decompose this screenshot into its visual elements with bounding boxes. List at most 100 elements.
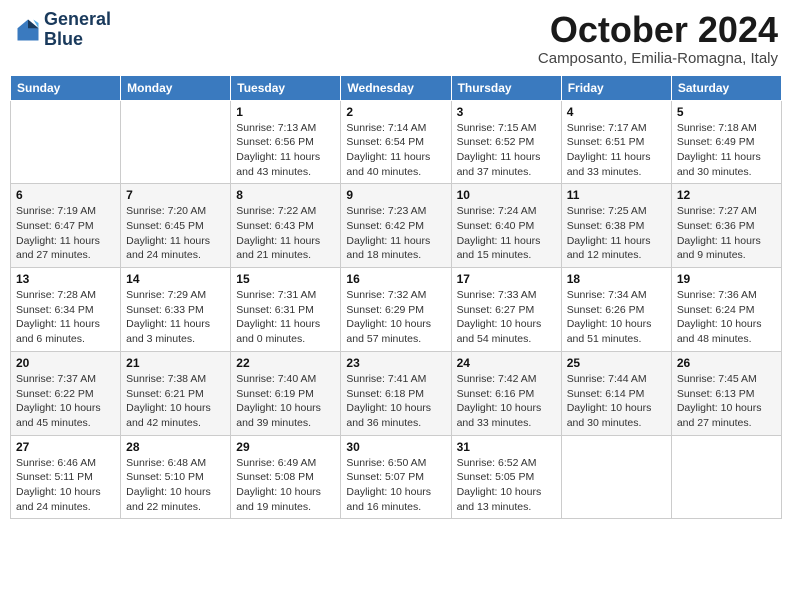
calendar-week-row: 27Sunrise: 6:46 AMSunset: 5:11 PMDayligh… <box>11 435 782 519</box>
day-info: Sunrise: 7:29 AMSunset: 6:33 PMDaylight:… <box>126 288 225 347</box>
calendar-cell: 7 Sunrise: 7:20 AMSunset: 6:45 PMDaylight… <box>121 184 231 268</box>
day-number: 6 <box>16 188 115 202</box>
calendar-cell: 16Sunrise: 7:32 AMSunset: 6:29 PMDayligh… <box>341 268 451 352</box>
weekday-header: Tuesday <box>231 75 341 100</box>
day-number: 7 <box>126 188 225 202</box>
weekday-header: Sunday <box>11 75 121 100</box>
day-number: 3 <box>457 105 556 119</box>
calendar-cell <box>671 435 781 519</box>
page-header: General Blue October 2024 Camposanto, Em… <box>10 10 782 67</box>
day-info: Sunrise: 7:22 AMSunset: 6:43 PMDaylight:… <box>236 204 335 263</box>
day-info: Sunrise: 7:38 AMSunset: 6:21 PMDaylight:… <box>126 372 225 431</box>
day-number: 16 <box>346 272 445 286</box>
day-info: Sunrise: 6:50 AMSunset: 5:07 PMDaylight:… <box>346 456 445 515</box>
calendar-cell: 26 Sunrise: 7:45 AMSunset: 6:13 PMDayligh… <box>671 351 781 435</box>
day-number: 25 <box>567 356 666 370</box>
day-info: Sunrise: 6:49 AMSunset: 5:08 PMDaylight:… <box>236 456 335 515</box>
calendar-table: SundayMondayTuesdayWednesdayThursdayFrid… <box>10 75 782 520</box>
day-info: Sunrise: 6:52 AMSunset: 5:05 PMDaylight:… <box>457 456 556 515</box>
day-info: Sunrise: 7:13 AMSunset: 6:56 PMDaylight:… <box>236 121 335 180</box>
calendar-cell: 5 Sunrise: 7:18 AMSunset: 6:49 PMDaylight… <box>671 100 781 184</box>
calendar-cell <box>11 100 121 184</box>
calendar-cell: 14 Sunrise: 7:29 AMSunset: 6:33 PMDayligh… <box>121 268 231 352</box>
day-number: 5 <box>677 105 776 119</box>
day-number: 24 <box>457 356 556 370</box>
day-info: Sunrise: 7:23 AMSunset: 6:42 PMDaylight:… <box>346 204 445 263</box>
month-title: October 2024 <box>538 10 778 50</box>
calendar-cell: 29 Sunrise: 6:49 AMSunset: 5:08 PMDayligh… <box>231 435 341 519</box>
day-info: Sunrise: 7:20 AMSunset: 6:45 PMDaylight:… <box>126 204 225 263</box>
day-number: 28 <box>126 440 225 454</box>
calendar-cell: 18Sunrise: 7:34 AMSunset: 6:26 PMDayligh… <box>561 268 671 352</box>
calendar-cell: 25Sunrise: 7:44 AMSunset: 6:14 PMDayligh… <box>561 351 671 435</box>
calendar-cell: 4 Sunrise: 7:17 AMSunset: 6:51 PMDaylight… <box>561 100 671 184</box>
calendar-cell: 19 Sunrise: 7:36 AMSunset: 6:24 PMDayligh… <box>671 268 781 352</box>
weekday-header: Saturday <box>671 75 781 100</box>
calendar-cell: 23 Sunrise: 7:41 AMSunset: 6:18 PMDayligh… <box>341 351 451 435</box>
calendar-cell: 3Sunrise: 7:15 AMSunset: 6:52 PMDaylight… <box>451 100 561 184</box>
calendar-cell: 24 Sunrise: 7:42 AMSunset: 6:16 PMDayligh… <box>451 351 561 435</box>
day-number: 20 <box>16 356 115 370</box>
logo-line1: General <box>44 10 111 30</box>
day-number: 2 <box>346 105 445 119</box>
day-info: Sunrise: 7:36 AMSunset: 6:24 PMDaylight:… <box>677 288 776 347</box>
calendar-cell: 12 Sunrise: 7:27 AMSunset: 6:36 PMDayligh… <box>671 184 781 268</box>
day-info: Sunrise: 7:17 AMSunset: 6:51 PMDaylight:… <box>567 121 666 180</box>
day-number: 13 <box>16 272 115 286</box>
calendar-week-row: 6 Sunrise: 7:19 AMSunset: 6:47 PMDaylight… <box>11 184 782 268</box>
day-info: Sunrise: 7:33 AMSunset: 6:27 PMDaylight:… <box>457 288 556 347</box>
day-info: Sunrise: 7:24 AMSunset: 6:40 PMDaylight:… <box>457 204 556 263</box>
weekday-header: Friday <box>561 75 671 100</box>
day-info: Sunrise: 7:25 AMSunset: 6:38 PMDaylight:… <box>567 204 666 263</box>
calendar-cell: 20 Sunrise: 7:37 AMSunset: 6:22 PMDayligh… <box>11 351 121 435</box>
day-number: 26 <box>677 356 776 370</box>
calendar-cell: 17 Sunrise: 7:33 AMSunset: 6:27 PMDayligh… <box>451 268 561 352</box>
calendar-cell: 30 Sunrise: 6:50 AMSunset: 5:07 PMDayligh… <box>341 435 451 519</box>
day-number: 29 <box>236 440 335 454</box>
day-number: 30 <box>346 440 445 454</box>
day-number: 15 <box>236 272 335 286</box>
day-info: Sunrise: 7:40 AMSunset: 6:19 PMDaylight:… <box>236 372 335 431</box>
day-number: 12 <box>677 188 776 202</box>
day-info: Sunrise: 7:27 AMSunset: 6:36 PMDaylight:… <box>677 204 776 263</box>
day-number: 22 <box>236 356 335 370</box>
day-info: Sunrise: 7:37 AMSunset: 6:22 PMDaylight:… <box>16 372 115 431</box>
calendar-cell: 10 Sunrise: 7:24 AMSunset: 6:40 PMDayligh… <box>451 184 561 268</box>
calendar-cell: 9 Sunrise: 7:23 AMSunset: 6:42 PMDaylight… <box>341 184 451 268</box>
calendar-cell: 15 Sunrise: 7:31 AMSunset: 6:31 PMDayligh… <box>231 268 341 352</box>
day-info: Sunrise: 7:42 AMSunset: 6:16 PMDaylight:… <box>457 372 556 431</box>
day-number: 21 <box>126 356 225 370</box>
day-info: Sunrise: 7:18 AMSunset: 6:49 PMDaylight:… <box>677 121 776 180</box>
day-number: 31 <box>457 440 556 454</box>
day-info: Sunrise: 7:45 AMSunset: 6:13 PMDaylight:… <box>677 372 776 431</box>
day-info: Sunrise: 6:48 AMSunset: 5:10 PMDaylight:… <box>126 456 225 515</box>
day-number: 14 <box>126 272 225 286</box>
weekday-header: Thursday <box>451 75 561 100</box>
calendar-cell <box>561 435 671 519</box>
calendar-cell: 27Sunrise: 6:46 AMSunset: 5:11 PMDayligh… <box>11 435 121 519</box>
calendar-cell: 31 Sunrise: 6:52 AMSunset: 5:05 PMDayligh… <box>451 435 561 519</box>
calendar-week-row: 13Sunrise: 7:28 AMSunset: 6:34 PMDayligh… <box>11 268 782 352</box>
logo: General Blue <box>14 10 111 50</box>
weekday-header: Wednesday <box>341 75 451 100</box>
calendar-cell: 11 Sunrise: 7:25 AMSunset: 6:38 PMDayligh… <box>561 184 671 268</box>
logo-icon <box>14 16 42 44</box>
calendar-cell: 1 Sunrise: 7:13 AMSunset: 6:56 PMDaylight… <box>231 100 341 184</box>
day-number: 11 <box>567 188 666 202</box>
calendar-cell: 28 Sunrise: 6:48 AMSunset: 5:10 PMDayligh… <box>121 435 231 519</box>
day-number: 23 <box>346 356 445 370</box>
day-number: 1 <box>236 105 335 119</box>
day-info: Sunrise: 7:31 AMSunset: 6:31 PMDaylight:… <box>236 288 335 347</box>
calendar-header-row: SundayMondayTuesdayWednesdayThursdayFrid… <box>11 75 782 100</box>
day-info: Sunrise: 7:14 AMSunset: 6:54 PMDaylight:… <box>346 121 445 180</box>
day-number: 27 <box>16 440 115 454</box>
day-number: 17 <box>457 272 556 286</box>
day-number: 10 <box>457 188 556 202</box>
day-number: 4 <box>567 105 666 119</box>
title-block: October 2024 Camposanto, Emilia-Romagna,… <box>538 10 778 67</box>
day-number: 9 <box>346 188 445 202</box>
day-info: Sunrise: 7:41 AMSunset: 6:18 PMDaylight:… <box>346 372 445 431</box>
calendar-cell: 22 Sunrise: 7:40 AMSunset: 6:19 PMDayligh… <box>231 351 341 435</box>
day-info: Sunrise: 7:19 AMSunset: 6:47 PMDaylight:… <box>16 204 115 263</box>
day-number: 19 <box>677 272 776 286</box>
